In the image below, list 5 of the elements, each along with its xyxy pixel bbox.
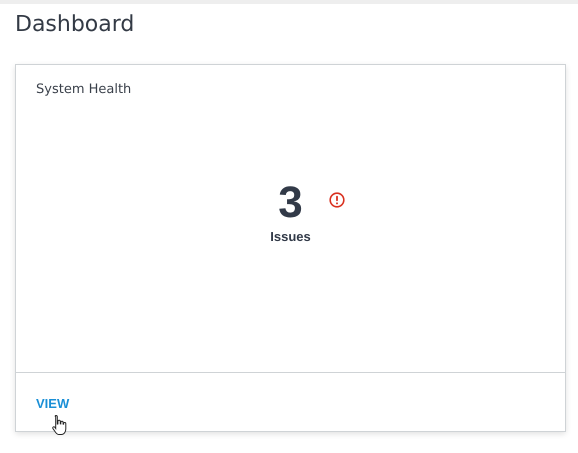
card-title: System Health [36, 82, 132, 97]
issue-count: 3 [278, 181, 303, 225]
view-link[interactable]: VIEW [36, 396, 70, 411]
page-title: Dashboard [14, 11, 136, 39]
count-label: Issues [270, 229, 311, 244]
